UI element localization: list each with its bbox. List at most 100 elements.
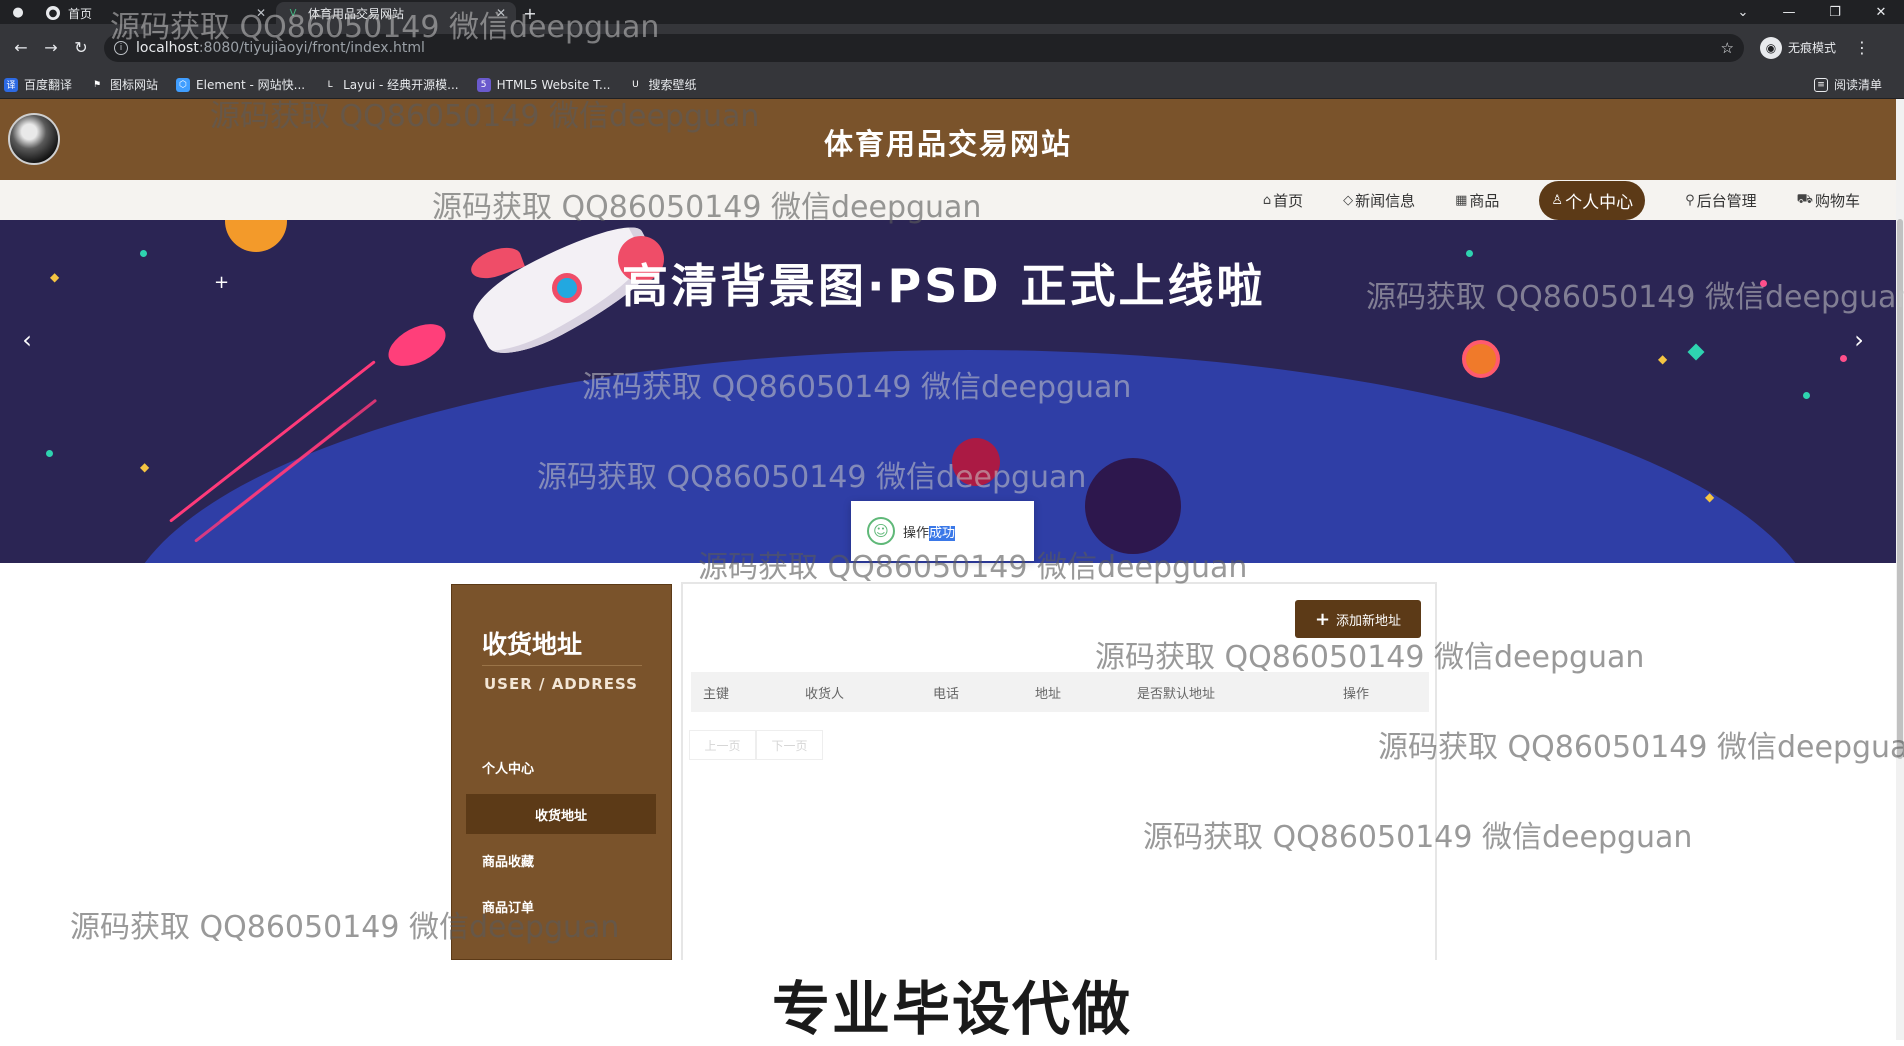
sidebar-item-orders[interactable]: 商品订单: [466, 886, 656, 926]
flag-icon: ⚑: [92, 79, 102, 90]
info-icon[interactable]: i: [114, 40, 128, 55]
column-header: 地址: [1035, 686, 1062, 702]
tag-icon: ◇: [1343, 192, 1354, 208]
bookmark-item[interactable]: 5 HTML5 Website T...: [476, 77, 611, 92]
bookmark-item[interactable]: U 搜索壁纸: [628, 76, 696, 93]
page-scrollbar[interactable]: [1896, 99, 1904, 1040]
bookmark-label: HTML5 Website T...: [496, 77, 611, 92]
close-window-icon[interactable]: ✕: [1858, 0, 1904, 24]
banner-star: ◆: [140, 460, 150, 474]
banner-dot: [1803, 392, 1810, 399]
close-icon[interactable]: ✕: [256, 6, 266, 20]
banner-dot: [140, 250, 147, 257]
reload-icon[interactable]: ↻: [66, 38, 96, 57]
address-bar[interactable]: i localhost:8080/tiyujiaoyi/front/index.…: [104, 33, 1744, 62]
bookmark-item[interactable]: 译百度翻译: [4, 76, 72, 93]
add-address-button[interactable]: + 添加新地址: [1295, 600, 1421, 638]
banner-dot: [1466, 250, 1473, 257]
forward-icon[interactable]: →: [36, 38, 66, 57]
tab-home[interactable]: ● 首页 ✕: [36, 2, 276, 24]
minimize-icon[interactable]: —: [1766, 0, 1812, 24]
sidebar-divider: [482, 665, 642, 666]
element-icon: ⬡: [176, 77, 191, 92]
new-tab-button[interactable]: +: [516, 2, 544, 24]
menu-icon[interactable]: ⋮: [1854, 38, 1870, 57]
sidebar-title: 收货地址: [482, 630, 583, 659]
sidebar-item-address[interactable]: 收货地址: [466, 794, 656, 834]
sidebar-item-user-center[interactable]: 个人中心: [466, 747, 656, 787]
site-header: 体育用品交易网站: [0, 99, 1896, 180]
banner-dot: [46, 450, 53, 457]
prev-page-button[interactable]: 上一页: [689, 730, 756, 760]
close-icon[interactable]: ✕: [496, 6, 506, 20]
banner-star: ◆: [1658, 352, 1668, 366]
user-sidebar: 收货地址 USER / ADDRESS 个人中心 收货地址 商品收藏 商品订单: [451, 584, 672, 960]
nav-goods[interactable]: ▦ 商品: [1455, 190, 1499, 211]
bookmark-label: 百度翻译: [24, 78, 73, 92]
address-table-header: 主键 收货人 电话 地址 是否默认地址 操作: [691, 672, 1429, 712]
sidebar-item-favorites[interactable]: 商品收藏: [466, 840, 656, 880]
reading-list[interactable]: ≡ 阅读清单: [1813, 76, 1882, 93]
site-title: 体育用品交易网站: [823, 127, 1072, 161]
banner-dot: [1687, 343, 1705, 361]
toast-text-plain: 操作: [903, 525, 930, 541]
layui-icon: L: [327, 79, 333, 90]
banner-crater: [1085, 458, 1181, 554]
carousel-prev-icon[interactable]: ‹: [12, 320, 42, 360]
browser-toolbar: ← → ↻ i localhost:8080/tiyujiaoyi/front/…: [0, 24, 1904, 71]
incognito-badge[interactable]: ◉ 无痕模式: [1760, 36, 1837, 59]
bookmark-star-icon[interactable]: ☆: [1721, 39, 1734, 57]
tab-title: 首页: [68, 6, 93, 21]
nav-label: 商品: [1469, 191, 1500, 210]
site-nav: ⌂ 首页 ◇ 新闻信息 ▦ 商品 ♙ 个人中心 ⚲ 后台管理 ⛟ 购物车: [0, 180, 1896, 220]
watermark: 源码获取 QQ86050149 微信deepguan: [1378, 730, 1904, 765]
carousel-next-icon[interactable]: ›: [1844, 320, 1874, 360]
restore-icon[interactable]: ❐: [1812, 0, 1858, 24]
reading-list-label: 阅读清单: [1833, 78, 1882, 92]
translate-icon: 译: [4, 77, 18, 92]
bookmark-item[interactable]: ⬡ Element - 网站快...: [176, 76, 305, 93]
url-path: :8080/tiyujiaoyi/front/index.html: [198, 39, 425, 56]
add-address-label: 添加新地址: [1336, 613, 1402, 629]
rocket-flame: [381, 315, 453, 375]
video-caption: 专业毕设代做: [771, 975, 1132, 1043]
globe-icon: ●: [46, 6, 60, 20]
user-icon: ♙: [1551, 192, 1564, 208]
nav-home[interactable]: ⌂ 首页: [1263, 190, 1303, 211]
home-icon: ⌂: [1262, 192, 1272, 208]
back-icon[interactable]: ←: [6, 38, 36, 57]
nav-label: 购物车: [1814, 191, 1860, 210]
nav-label: 新闻信息: [1355, 191, 1416, 210]
nav-user-center[interactable]: ♙ 个人中心: [1539, 180, 1646, 220]
column-header: 是否默认地址: [1137, 686, 1216, 702]
cart-icon: ⛟: [1796, 191, 1813, 207]
incognito-icon: ◉: [1760, 36, 1782, 59]
tab-title: 体育用品交易网站: [308, 6, 405, 21]
bookmark-label: 图标网站: [110, 78, 159, 92]
column-header: 主键: [703, 686, 730, 702]
nav-cart[interactable]: ⛟ 购物车: [1797, 190, 1860, 211]
nav-news[interactable]: ◇ 新闻信息: [1343, 190, 1415, 211]
address-panel: + 添加新地址 主键 收货人 电话 地址 是否默认地址 操作 上一页 下一页: [681, 582, 1437, 960]
column-header: 操作: [1343, 686, 1370, 702]
next-page-button[interactable]: 下一页: [756, 730, 823, 760]
banner-star: ◆: [50, 270, 60, 284]
bookmark-item[interactable]: ⚑ 图标网站: [90, 76, 158, 93]
bookmark-label: Element - 网站快...: [196, 78, 306, 92]
sidebar-subtitle: USER / ADDRESS: [484, 675, 638, 693]
tab-search-icon[interactable]: ⌄: [1720, 0, 1766, 24]
tab-site[interactable]: V 体育用品交易网站 ✕: [276, 2, 516, 24]
browser-logo-icon: ●: [12, 4, 24, 20]
url-host: localhost: [136, 39, 199, 56]
nav-admin[interactable]: ⚲ 后台管理: [1685, 190, 1757, 211]
nav-label: 个人中心: [1565, 192, 1634, 213]
bookmark-item[interactable]: L Layui - 经典开源模...: [323, 76, 459, 93]
scrollbar-thumb[interactable]: [1897, 219, 1903, 759]
reading-list-icon: ≡: [1813, 77, 1828, 92]
banner-moon: [225, 220, 287, 252]
incognito-label: 无痕模式: [1788, 41, 1837, 55]
nav-label: 首页: [1273, 191, 1304, 210]
bookmarks-bar: 译百度翻译 ⚑ 图标网站 ⬡ Element - 网站快... L Layui - 经…: [0, 71, 1904, 99]
banner-comet: [1462, 340, 1500, 378]
column-header: 收货人: [805, 686, 845, 702]
